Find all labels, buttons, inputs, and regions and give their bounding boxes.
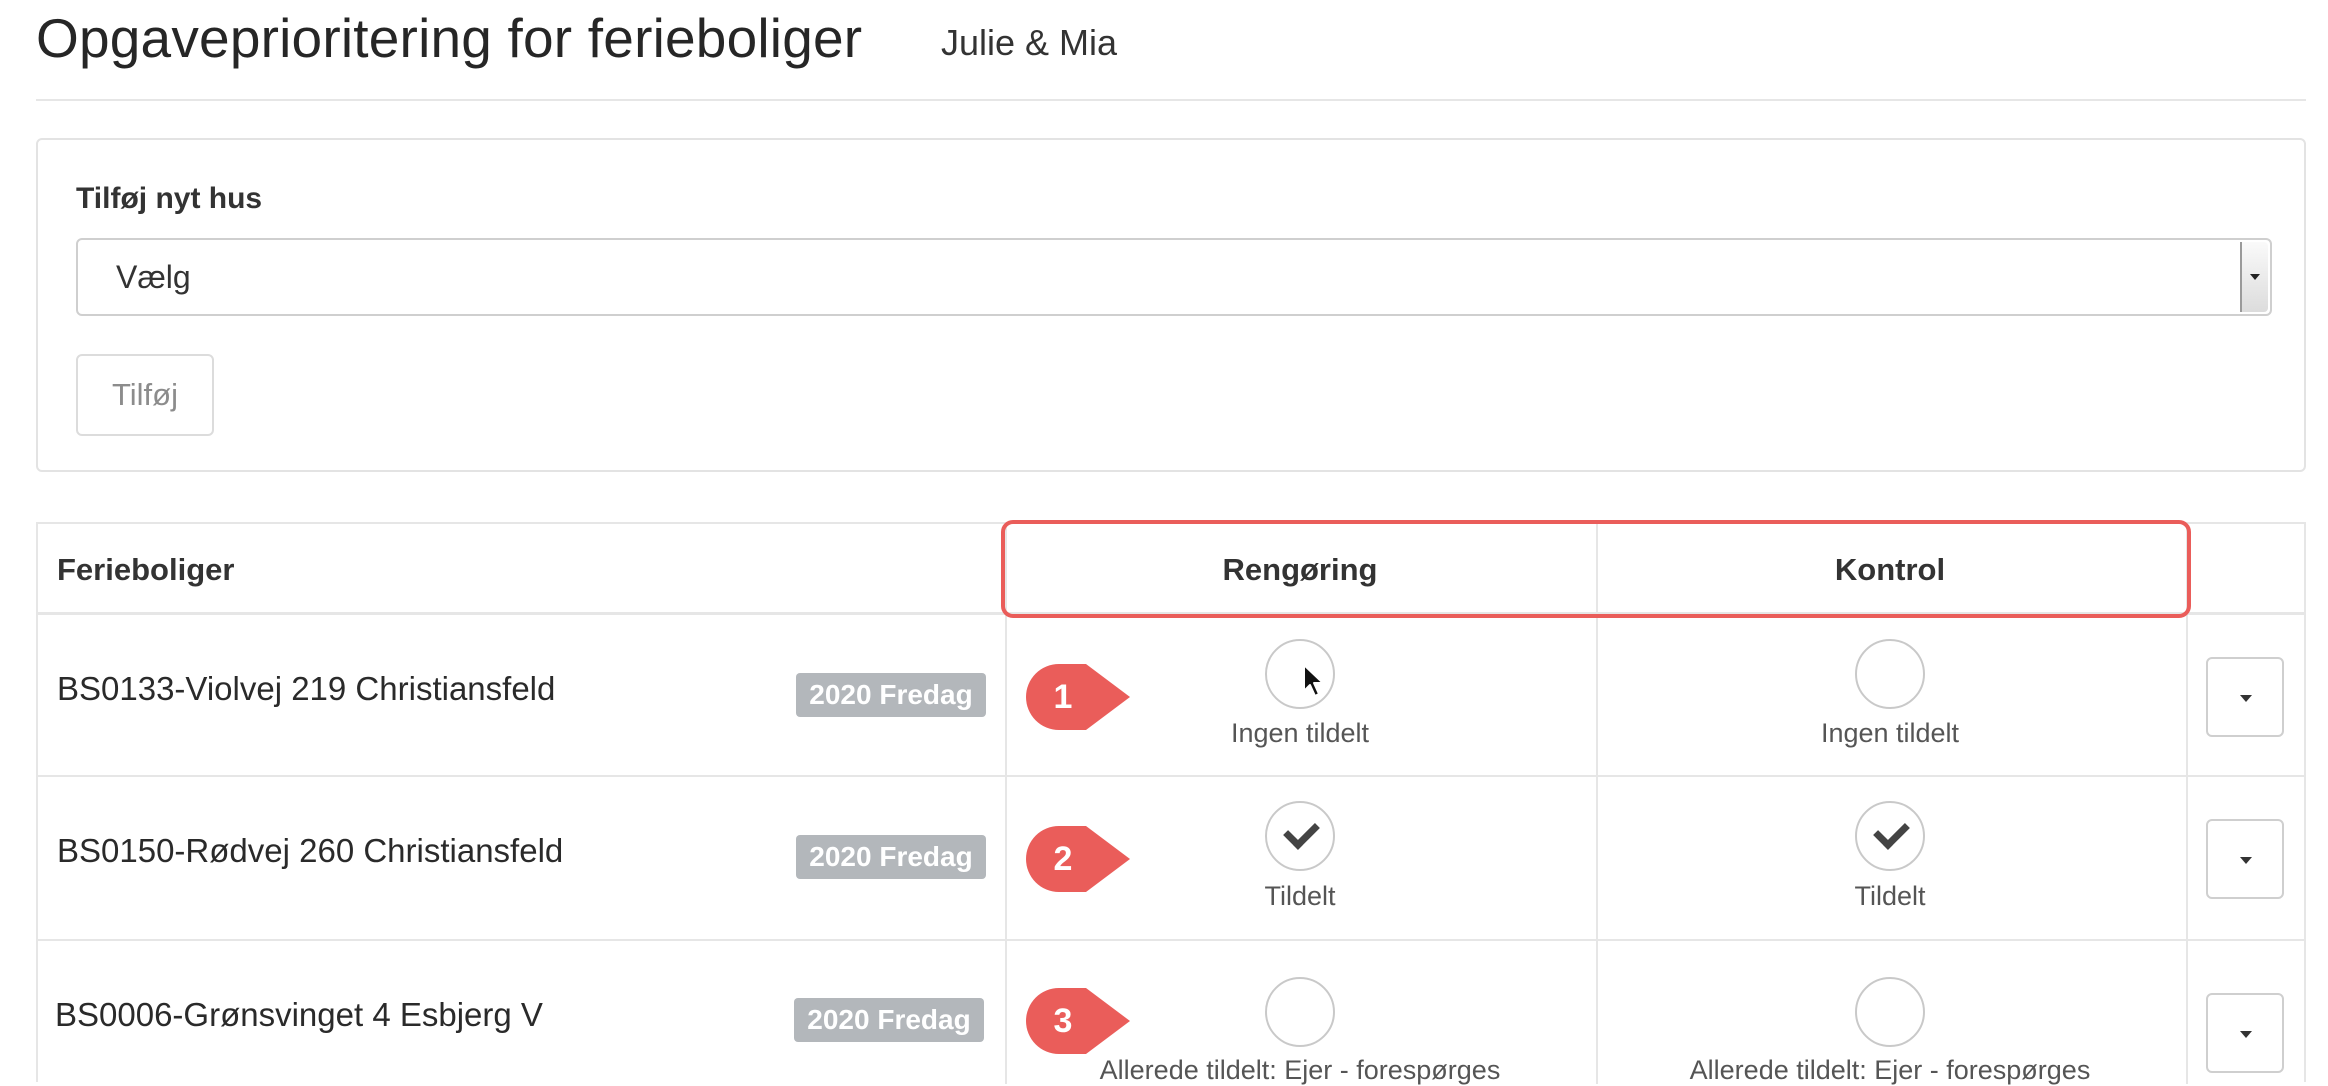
control-toggle[interactable] xyxy=(1855,801,1925,871)
page-title: Opgaveprioritering for ferieboliger xyxy=(36,7,863,69)
step-marker: 3 xyxy=(1026,988,1130,1054)
control-status: Allerede tildelt: Ejer - forespørges xyxy=(1689,1055,2091,1085)
house-name: BS0150-Rødvej 260 Christiansfeld xyxy=(57,832,564,869)
row-actions-dropdown[interactable] xyxy=(2206,819,2284,899)
control-status: Tildelt xyxy=(1854,881,1926,911)
house-name: BS0133-Violvej 219 Christiansfeld xyxy=(57,670,556,707)
page-header: Opgaveprioritering for ferieboliger Juli… xyxy=(36,0,2306,101)
caret-down-icon xyxy=(2240,1031,2252,1038)
house-name: BS0006-Grønsvinget 4 Esbjerg V xyxy=(55,996,543,1033)
control-toggle[interactable] xyxy=(1855,639,1925,709)
header-highlight-box xyxy=(1001,520,2191,618)
step-number: 2 xyxy=(1053,840,1073,878)
row-actions-dropdown[interactable] xyxy=(2206,993,2284,1073)
schedule-badge: 2020 Fredag xyxy=(796,835,986,879)
cleaning-status: Tildelt xyxy=(1264,881,1336,911)
house-select[interactable]: Vælg xyxy=(76,238,2272,316)
add-house-button[interactable]: Tilføj xyxy=(76,354,214,436)
select-arrow-icon[interactable] xyxy=(2240,242,2268,312)
schedule-badge: 2020 Fredag xyxy=(794,998,984,1042)
add-house-label: Tilføj nyt hus xyxy=(76,182,263,215)
cleaning-toggle[interactable] xyxy=(1265,801,1335,871)
table-row: BS0133-Violvej 219 Christiansfeld 2020 F… xyxy=(38,615,2304,775)
schedule-badge: 2020 Fredag xyxy=(796,673,986,717)
cleaning-status: Ingen tildelt xyxy=(1230,718,1370,748)
control-toggle[interactable] xyxy=(1855,977,1925,1047)
mouse-cursor-icon xyxy=(1303,664,1324,697)
control-status: Ingen tildelt xyxy=(1820,718,1960,748)
house-select-value: Vælg xyxy=(116,259,191,295)
page-subtitle: Julie & Mia xyxy=(941,22,1118,63)
houses-table: Ferieboliger Rengøring Kontrol BS0133-Vi… xyxy=(36,520,2306,1085)
cleaning-toggle[interactable] xyxy=(1265,977,1335,1047)
step-number: 1 xyxy=(1053,678,1073,716)
caret-down-icon xyxy=(2240,695,2252,702)
caret-down-icon xyxy=(2240,857,2252,864)
column-header-houses: Ferieboliger xyxy=(57,552,235,587)
add-house-panel: Tilføj nyt hus Vælg Tilføj xyxy=(36,138,2306,472)
row-actions-dropdown[interactable] xyxy=(2206,657,2284,737)
table-row: BS0006-Grønsvinget 4 Esbjerg V 2020 Fred… xyxy=(38,941,2304,1085)
step-number: 3 xyxy=(1053,1002,1073,1040)
step-marker: 2 xyxy=(1026,826,1130,892)
table-row: BS0150-Rødvej 260 Christiansfeld 2020 Fr… xyxy=(38,777,2304,939)
cleaning-status: Allerede tildelt: Ejer - forespørges xyxy=(1099,1055,1501,1085)
step-marker: 1 xyxy=(1026,664,1130,730)
